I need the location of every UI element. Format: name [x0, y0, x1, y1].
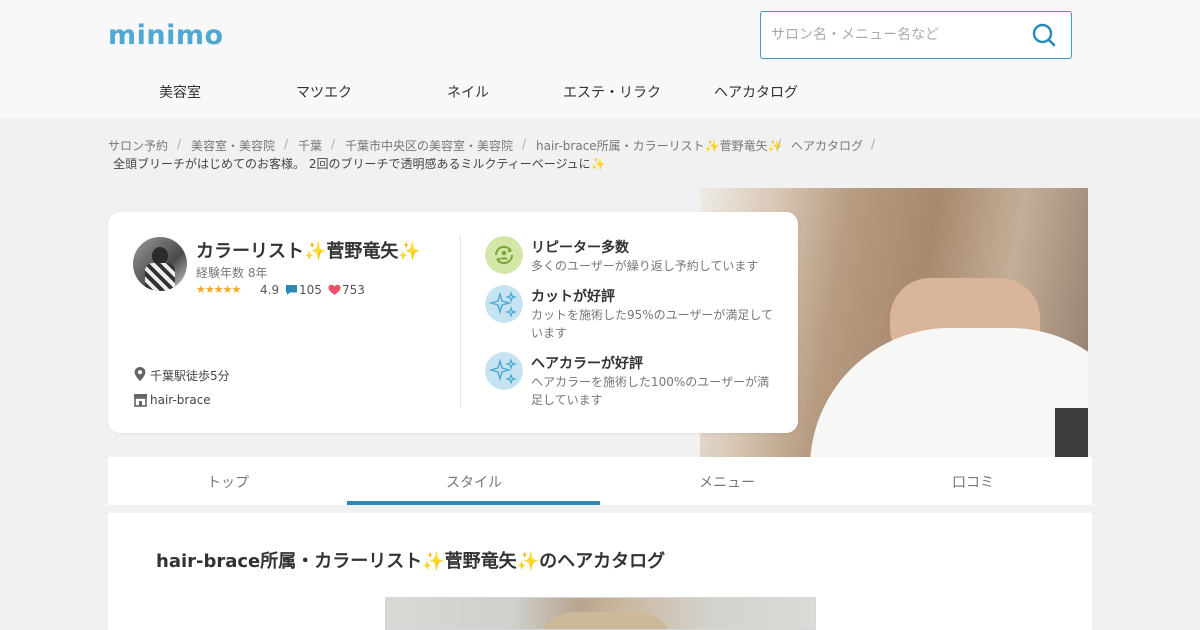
nav-item-beauty-salon[interactable]: 美容室 — [159, 82, 201, 102]
heart-icon — [328, 284, 341, 295]
sparkle-icon — [485, 352, 523, 390]
photo-detail — [1055, 408, 1088, 457]
nav-item-hair-catalog[interactable]: ヘアカタログ — [714, 82, 798, 102]
rating-stars-icon: ★★★★★ — [196, 283, 241, 296]
active-tab-indicator — [347, 501, 600, 505]
feature-desc-color: ヘアカラーを施術した100%のユーザーが満足しています — [531, 375, 770, 407]
comment-icon — [286, 285, 297, 295]
stylist-tab-bar — [108, 457, 1092, 505]
stylist-name: カラーリスト✨菅野竜矢✨ — [196, 241, 421, 262]
like-count: 753 — [342, 283, 365, 297]
site-header: minimo 美容室 マツエク ネイル エステ・リラク ヘアカタログ — [0, 0, 1200, 119]
stylist-avatar — [133, 237, 187, 291]
breadcrumb-separator: / — [284, 137, 289, 151]
breadcrumb-item[interactable]: ヘアカタログ — [791, 137, 863, 154]
search-input[interactable] — [771, 25, 1021, 45]
photo-detail — [810, 328, 1088, 457]
breadcrumb-separator: / — [871, 137, 876, 151]
breadcrumb-item[interactable]: サロン予約 — [108, 137, 168, 154]
breadcrumb-separator: / — [331, 137, 336, 151]
tab-style[interactable]: スタイル — [446, 472, 502, 492]
style-photo[interactable] — [385, 597, 816, 630]
stylist-experience: 経験年数 8年 — [196, 266, 268, 280]
site-logo[interactable]: minimo — [108, 20, 224, 51]
rating-value: 4.9 — [260, 283, 280, 297]
review-count: 105 — [299, 283, 322, 297]
location-pin-icon — [134, 367, 146, 381]
breadcrumb-item[interactable]: 千葉 — [298, 137, 322, 154]
catalog-title: hair-brace所属・カラーリスト✨菅野竜矢✨のヘアカタログ — [156, 551, 666, 572]
salon-name[interactable]: hair-brace — [150, 393, 211, 407]
search-icon[interactable] — [1031, 22, 1057, 48]
nav-item-eyelash[interactable]: マツエク — [296, 82, 352, 102]
repeat-customer-icon — [485, 236, 523, 274]
tab-reviews[interactable]: 口コミ — [952, 472, 994, 492]
breadcrumb-separator: / — [777, 137, 782, 151]
breadcrumb-separator: / — [177, 137, 182, 151]
tab-top[interactable]: トップ — [207, 472, 249, 492]
feature-desc-repeaters: 多くのユーザーが繰り返し予約しています — [531, 259, 759, 273]
sparkle-icon — [485, 285, 523, 323]
breadcrumb-item[interactable]: 千葉市中央区の美容室・美容院 — [345, 137, 513, 154]
feature-title-color: ヘアカラーが好評 — [531, 356, 643, 372]
search-box[interactable] — [760, 11, 1072, 59]
breadcrumb-separator: / — [522, 137, 527, 151]
nav-item-nail[interactable]: ネイル — [447, 82, 489, 102]
salon-access: 千葉駅徒歩5分 — [150, 369, 230, 383]
breadcrumb-item[interactable]: hair-brace所属・カラーリスト✨菅野竜矢✨ — [536, 137, 783, 154]
tab-menu[interactable]: メニュー — [699, 472, 755, 492]
breadcrumb-item[interactable]: 美容室・美容院 — [191, 137, 275, 154]
shop-icon — [134, 394, 147, 407]
nav-item-esthetic[interactable]: エステ・リラク — [563, 82, 661, 102]
feature-desc-cut: カットを施術した95%のユーザーが満足しています — [531, 308, 774, 340]
card-divider — [460, 236, 461, 408]
breadcrumb-current: 全頭ブリーチがはじめてのお客様。 2回のブリーチで透明感あるミルクティーベージュ… — [113, 157, 606, 171]
feature-title-repeaters: リピーター多数 — [531, 240, 629, 256]
feature-title-cut: カットが好評 — [531, 289, 615, 305]
